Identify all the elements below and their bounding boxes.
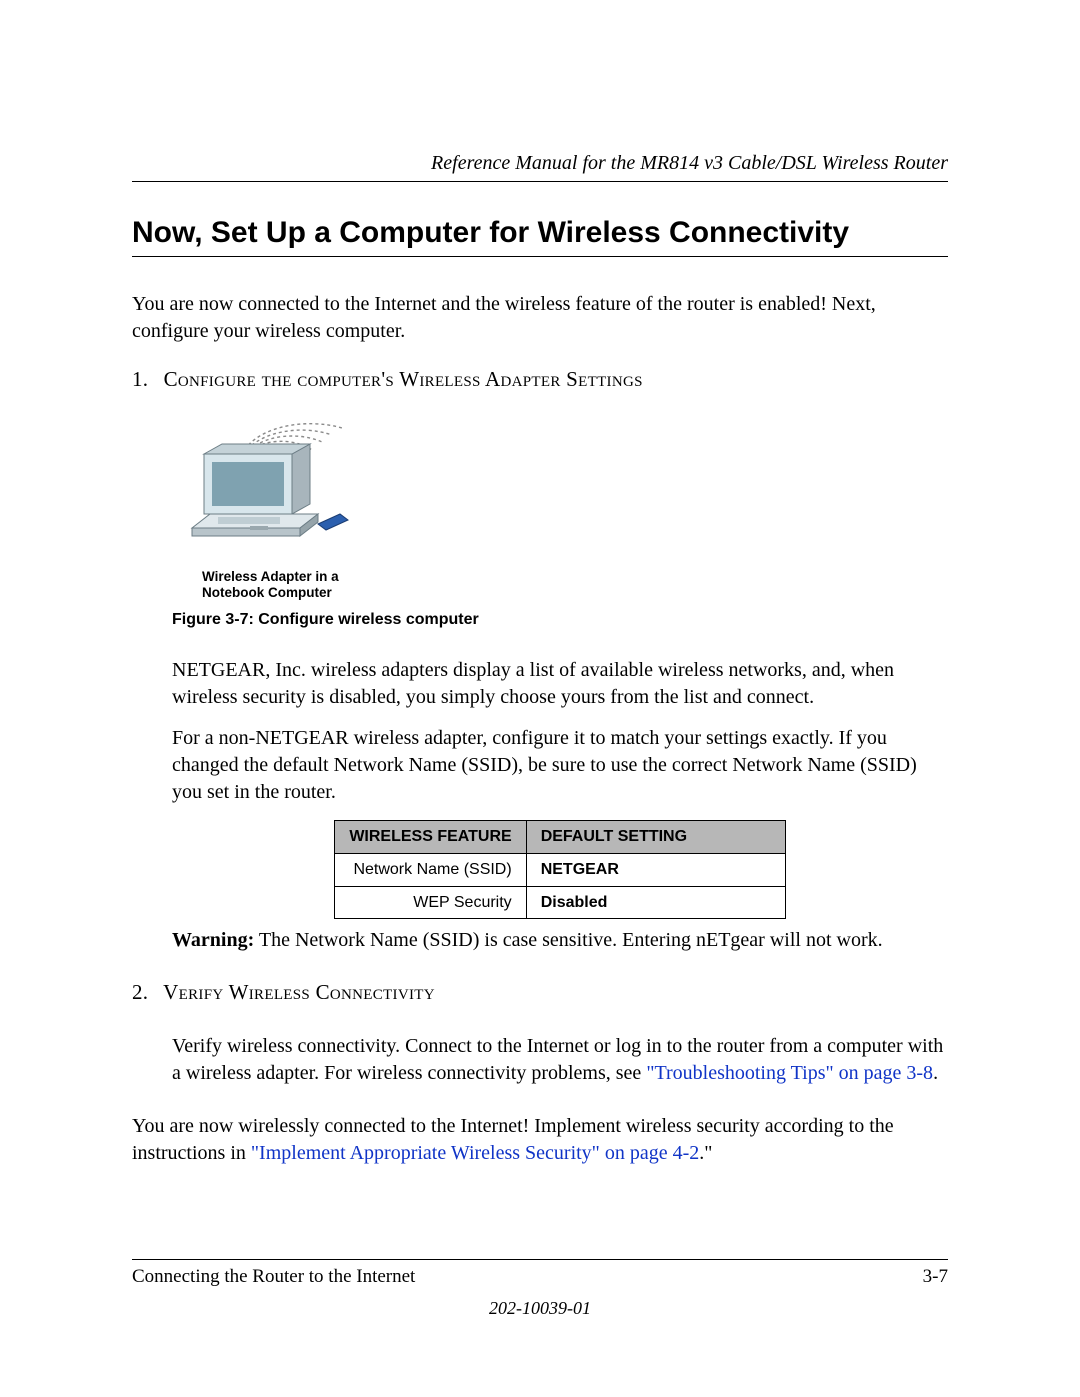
step-2-title: Verify Wireless Connectivity [163,980,435,1004]
table-cell-feature: WEP Security [335,886,526,919]
troubleshooting-link[interactable]: "Troubleshooting Tips" on page 3-8 [646,1062,933,1084]
step-1-title: Configure the computer's Wireless Adapte… [164,367,643,391]
warning-text: Warning: The Network Name (SSID) is case… [172,929,948,952]
footer-section: Connecting the Router to the Internet [132,1266,415,1288]
step-2-number: 2. [132,980,158,1005]
footer-doc-number: 202-10039-01 [132,1298,948,1319]
security-link[interactable]: "Implement Appropriate Wireless Security… [251,1142,699,1164]
step-1-body: NETGEAR, Inc. wireless adapters display … [172,657,948,919]
step-2-para: Verify wireless connectivity. Connect to… [172,1033,948,1087]
step-1-heading: 1. Configure the computer's Wireless Ada… [132,367,948,392]
table-cell-feature: Network Name (SSID) [335,853,526,886]
step-2-heading: 2. Verify Wireless Connectivity [132,980,948,1005]
intro-paragraph: You are now connected to the Internet an… [132,291,948,345]
table-row: Network Name (SSID) NETGEAR [335,853,785,886]
wireless-settings-table: Wireless Feature Default Setting Network… [334,820,785,919]
laptop-wireless-icon [172,410,362,565]
step-1-para-2: For a non-NETGEAR wireless adapter, conf… [172,725,948,806]
page-title: Now, Set Up a Computer for Wireless Conn… [132,216,948,250]
running-header: Reference Manual for the MR814 v3 Cable/… [132,152,948,175]
step-2-body: Verify wireless connectivity. Connect to… [172,1033,948,1087]
figure-image-caption: Wireless Adapter in a Notebook Computer [202,569,948,601]
figure-label: Figure 3-7: Configure wireless computer [172,611,948,629]
step-1-para-1: NETGEAR, Inc. wireless adapters display … [172,657,948,711]
closing-paragraph: You are now wirelessly connected to the … [132,1113,948,1167]
header-rule [132,181,948,182]
step-1-number: 1. [132,367,158,392]
figure-3-7: Wireless Adapter in a Notebook Computer [172,410,948,601]
footer-rule [132,1259,948,1260]
table-row: WEP Security Disabled [335,886,785,919]
table-cell-value: NETGEAR [526,853,785,886]
page: Reference Manual for the MR814 v3 Cable/… [0,0,1080,1397]
table-header-feature: Wireless Feature [335,821,526,854]
table-header-default: Default Setting [526,821,785,854]
table-cell-value: Disabled [526,886,785,919]
page-footer: Connecting the Router to the Internet 3-… [132,1259,948,1319]
footer-page-number: 3-7 [923,1266,948,1288]
title-rule [132,256,948,257]
